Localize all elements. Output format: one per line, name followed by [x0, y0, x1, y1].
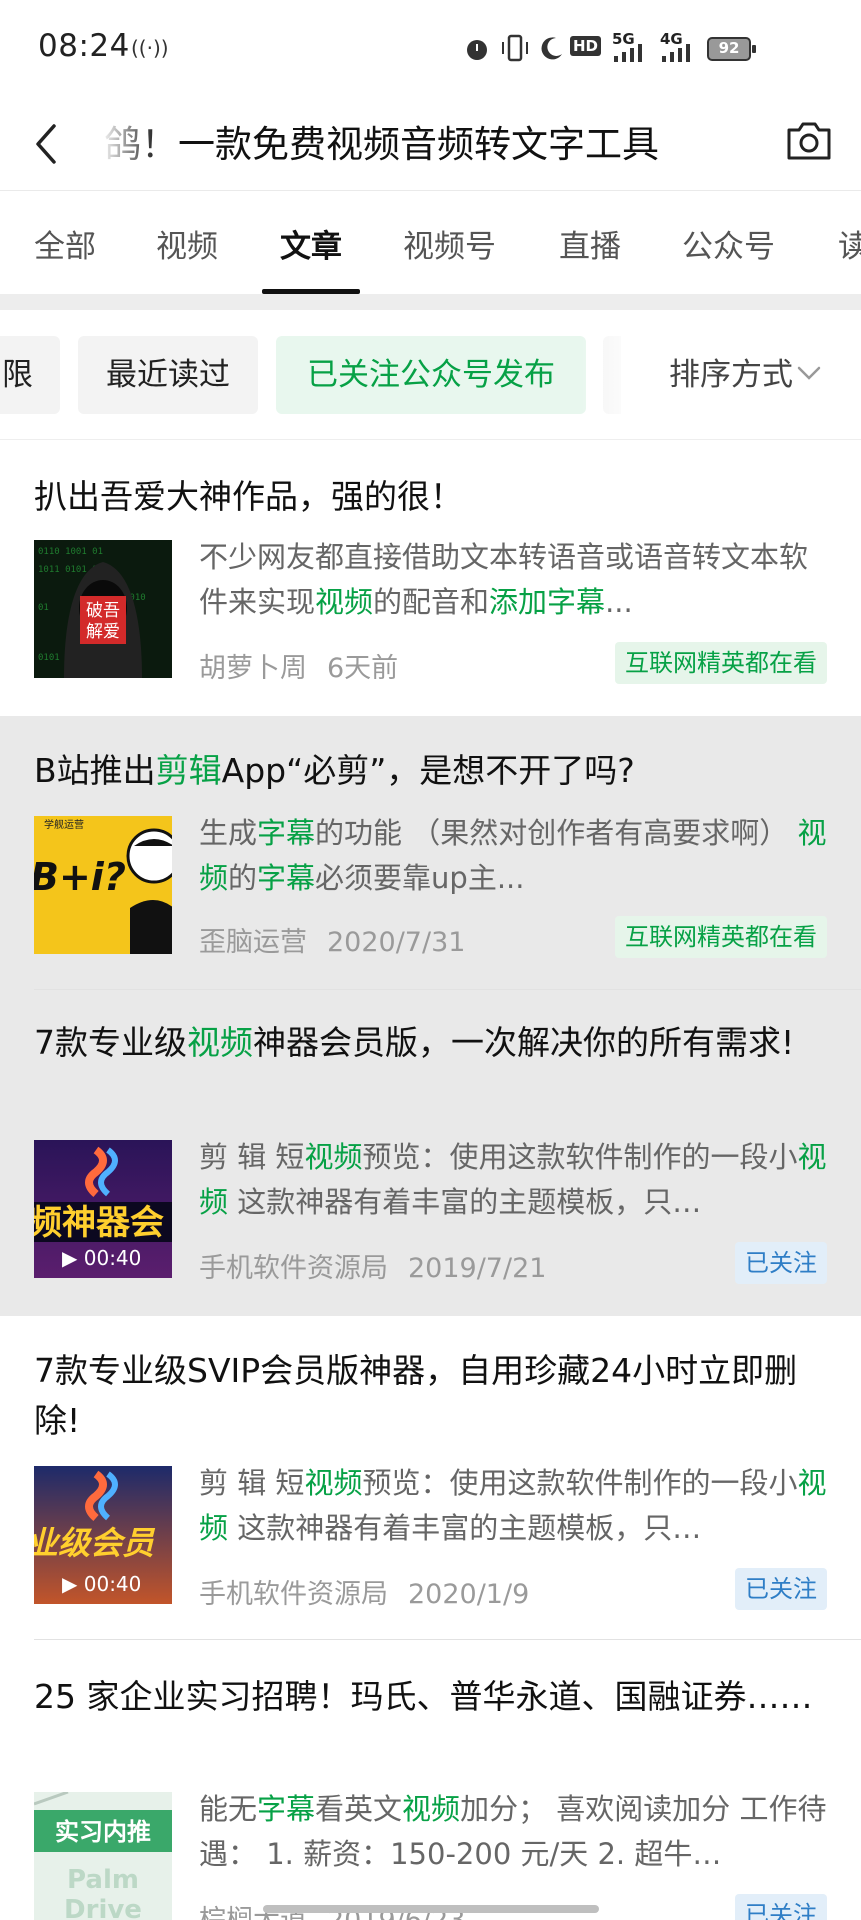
video-duration: ▶ 00:40 [62, 1246, 142, 1270]
svg-text:0110 1001 01: 0110 1001 01 [38, 547, 103, 557]
back-arrow-icon[interactable] [26, 116, 76, 172]
hd-icon: HD [570, 36, 602, 56]
cartoon-image: 学舰运营 B+i? [34, 816, 172, 954]
result-snippet: 剪 辑 短视频预览：使用这款软件制作的一段小视频 这款神器有着丰富的主题模板，只… [199, 1140, 827, 1219]
vibration-icon [502, 34, 528, 62]
result-title[interactable]: B站推出剪辑App“必剪”，是想不开了吗? [34, 746, 834, 796]
result-source: 手机软件资源局 [199, 1579, 388, 1610]
sort-dropdown[interactable]: 排序方式 [581, 336, 861, 414]
status-bar: 08:24 ((·)) HD 5G 4G 92 [0, 0, 861, 98]
result-snippet: 不少网友都直接借助文本转语音或语音转文本软件来实现视频的配音和添加字幕... [199, 540, 809, 619]
followed-badge: 已关注 [735, 1894, 827, 1920]
svg-text:01: 01 [38, 603, 49, 613]
vibrate-icon: ((·)) [131, 36, 169, 60]
result-title[interactable]: 7款专业级SVIP会员版神器，自用珍藏24小时立即删除! [34, 1346, 834, 1446]
tab-all[interactable]: 全部 [34, 221, 96, 266]
result-thumbnail: 频神器会 ▶ 00:40 [34, 1140, 172, 1278]
result-snippet: 剪 辑 短视频预览：使用这款软件制作的一段小视频 这款神器有着丰富的主题模板，只… [199, 1466, 827, 1545]
svg-text:Drive: Drive [64, 1895, 142, 1920]
result-card[interactable]: B站推出剪辑App“必剪”，是想不开了吗? 学舰运营 B+i? 生成字幕的功能 … [0, 716, 861, 990]
signal-4g-icon [662, 44, 690, 62]
section-separator [0, 294, 861, 310]
result-time: 6天前 [327, 653, 399, 684]
result-source: 胡萝卜周 [199, 653, 307, 684]
followed-badge: 已关注 [735, 1568, 827, 1610]
result-source: 歪脑运营 [199, 927, 307, 958]
result-card[interactable]: 7款专业级SVIP会员版神器，自用珍藏24小时立即删除! 业级会员 ▶ 00:4… [0, 1316, 861, 1640]
tab-read[interactable]: 读 [838, 221, 861, 266]
search-query[interactable]: 鸽！一款免费视频音频转文字工具 [104, 114, 724, 168]
status-time: 08:24 [38, 28, 130, 64]
query-fade [100, 106, 160, 176]
svg-text:解爱: 解爱 [86, 622, 120, 642]
tab-channels[interactable]: 视频号 [403, 221, 496, 266]
sort-label: 排序方式 [669, 357, 793, 393]
result-meta: 歪脑运营 2020/7/31 [199, 920, 465, 959]
result-thumbnail: 实习内推 Palm Drive [34, 1792, 172, 1920]
followed-badge: 已关注 [735, 1242, 827, 1284]
filter-chip-recent[interactable]: 最近读过 [78, 336, 258, 414]
tab-video[interactable]: 视频 [156, 221, 218, 266]
svg-text:破吾: 破吾 [86, 601, 120, 621]
svg-text:实习内推: 实习内推 [55, 1818, 151, 1846]
svg-text:B+i?: B+i? [34, 855, 126, 899]
filter-chip-partial[interactable]: 限 [0, 336, 60, 414]
search-header: 鸽！一款免费视频音频转文字工具 [0, 98, 861, 190]
result-card[interactable]: 扒出吾爱大神作品，强的很！ 0110 1001 01 1011 0101 10 01… [0, 440, 861, 716]
result-title[interactable]: 7款专业级视频神器会员版，一次解决你的所有需求! [34, 1018, 834, 1068]
result-thumbnail: 业级会员 ▶ 00:40 [34, 1466, 172, 1604]
result-snippet: 能无字幕看英文视频加分； 喜欢阅读加分 工作待遇： 1. 薪资：150-200 … [199, 1792, 827, 1871]
tab-official-accounts[interactable]: 公众号 [682, 221, 775, 266]
result-card[interactable]: 25 家企业实习招聘！玛氏、普华永道、国融证券…… 实习内推 Palm Driv… [0, 1640, 861, 1920]
tab-articles[interactable]: 文章 [280, 221, 342, 266]
result-time: 2020/7/31 [327, 927, 466, 958]
filter-bar: 限 最近读过 已关注公众号发布 月 排序方式 [0, 310, 861, 440]
category-tabs: 全部 视频 文章 视频号 直播 公众号 读 [0, 190, 861, 294]
result-card[interactable]: 7款专业级视频神器会员版，一次解决你的所有需求! 频神器会 ▶ 00:40 剪 … [0, 990, 861, 1316]
svg-text:业级会员: 业级会员 [34, 1524, 156, 1562]
svg-text:学舰运营: 学舰运营 [44, 818, 84, 831]
tab-live[interactable]: 直播 [559, 221, 621, 266]
video-duration: ▶ 00:40 [62, 1572, 142, 1596]
result-source: 手机软件资源局 [199, 1253, 388, 1284]
chevron-down-icon [797, 366, 821, 380]
filter-chip-followed[interactable]: 已关注公众号发布 [276, 336, 586, 414]
svg-text:Palm: Palm [67, 1865, 139, 1895]
do-not-disturb-icon [541, 37, 562, 60]
result-meta: 手机软件资源局 2019/7/21 [199, 1246, 546, 1285]
result-snippet: 生成字幕的功能 （果然对创作者有高要求啊） 视频的字幕必须要靠up主... [199, 816, 827, 895]
result-thumbnail: 0110 1001 011011 0101 100101 1100 111010… [34, 540, 172, 678]
result-meta: 手机软件资源局 2020/1/9 [199, 1572, 529, 1611]
internship-image: 实习内推 Palm Drive [34, 1792, 172, 1920]
result-title[interactable]: 25 家企业实习招聘！玛氏、普华永道、国融证券…… [34, 1672, 834, 1722]
signal-5g-icon [614, 44, 642, 62]
result-time: 2019/7/21 [408, 1253, 547, 1284]
result-title[interactable]: 扒出吾爱大神作品，强的很！ [34, 472, 834, 522]
result-thumbnail: 学舰运营 B+i? [34, 816, 172, 954]
alarm-icon [467, 40, 487, 60]
result-badge: 互联网精英都在看 [615, 642, 827, 684]
result-badge: 互联网精英都在看 [615, 916, 827, 958]
home-indicator[interactable] [263, 1905, 599, 1913]
svg-text:频神器会: 频神器会 [34, 1203, 164, 1243]
result-meta: 胡萝卜周 6天前 [199, 646, 398, 685]
battery-icon: 92 [707, 37, 756, 61]
hacker-image: 0110 1001 011011 0101 100101 1100 111010… [34, 540, 172, 678]
camera-icon[interactable] [785, 118, 833, 164]
result-time: 2020/1/9 [408, 1579, 530, 1610]
